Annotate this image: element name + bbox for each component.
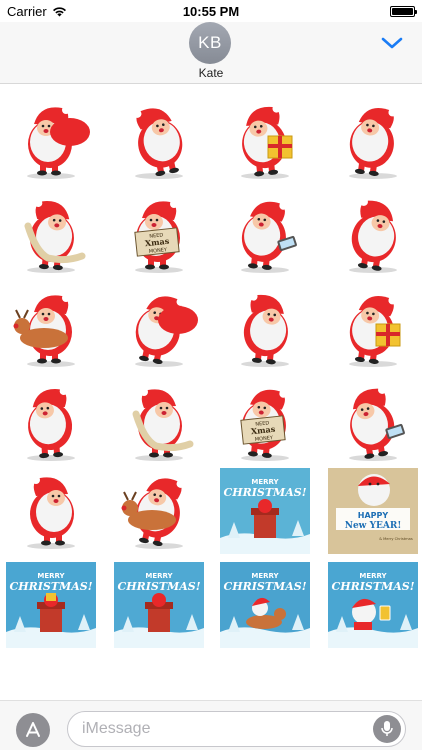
- sticker-merry-christmas-beer-card[interactable]: MERRY CHRISTMAS!: [328, 562, 418, 648]
- sticker-santa-pointing[interactable]: [328, 192, 418, 278]
- sticker-image: [27, 476, 75, 549]
- sticker-santa-long-list[interactable]: [114, 380, 204, 466]
- sticker-image: MERRY CHRISTMAS!: [220, 562, 310, 648]
- sticker-image: [241, 201, 297, 273]
- sticker-santa-jumping[interactable]: [220, 286, 310, 372]
- sticker-santa-running[interactable]: [114, 98, 204, 184]
- sticker-santa-thumbs-up[interactable]: [6, 468, 96, 554]
- sticker-santa-with-big-gift[interactable]: [328, 286, 418, 372]
- contact-name[interactable]: Kate: [0, 66, 422, 80]
- sticker-image: [27, 387, 75, 461]
- sticker-image: [132, 388, 194, 461]
- sticker-image: MERRY CHRISTMAS!: [114, 562, 204, 648]
- sticker-image: [24, 199, 86, 273]
- svg-text:New YEAR!: New YEAR!: [345, 521, 402, 531]
- sticker-santa-waving[interactable]: [328, 98, 418, 184]
- sticker-image: [13, 294, 75, 367]
- sticker-santa-need-xmas-money-sign[interactable]: NEED Xmas MONEY: [114, 192, 204, 278]
- sticker-merry-christmas-gift-chimney-card[interactable]: MERRY CHRISTMAS!: [6, 562, 96, 648]
- sticker-santa-riding-reindeer[interactable]: [6, 286, 96, 372]
- svg-text:& Merry Christmas: & Merry Christmas: [379, 537, 413, 541]
- svg-text:CHRISTMAS!: CHRISTMAS!: [331, 580, 414, 593]
- sticker-merry-christmas-chimney-card[interactable]: MERRY CHRISTMAS!: [220, 468, 310, 554]
- sticker-image: [121, 478, 185, 549]
- sticker-image: NEED Xmas MONEY: [134, 200, 183, 273]
- sticker-santa-arm-raised[interactable]: [6, 380, 96, 466]
- sticker-santa-with-phone-2[interactable]: [328, 380, 418, 466]
- sticker-image: [135, 296, 198, 367]
- sticker-santa-on-reindeer-2[interactable]: [114, 468, 204, 554]
- microphone-button[interactable]: [373, 715, 401, 743]
- svg-text:CHRISTMAS!: CHRISTMAS!: [117, 580, 200, 593]
- sticker-santa-holding-gift[interactable]: [220, 98, 310, 184]
- sticker-image: [349, 197, 397, 273]
- sticker-santa-with-phone[interactable]: [220, 192, 310, 278]
- chevron-down-icon[interactable]: [380, 35, 404, 51]
- battery-icon: [390, 5, 417, 17]
- sticker-happy-new-year-card[interactable]: HAPPY New YEAR! & Merry Christmas: [328, 468, 418, 554]
- svg-text:MERRY: MERRY: [145, 572, 173, 580]
- sticker-merry-christmas-reindeer-card[interactable]: MERRY CHRISTMAS!: [220, 562, 310, 648]
- sticker-image: [241, 104, 293, 179]
- sticker-image: [241, 292, 289, 367]
- sticker-image: MERRY CHRISTMAS!: [6, 562, 96, 648]
- svg-text:CHRISTMAS!: CHRISTMAS!: [223, 486, 306, 499]
- app-store-icon: [26, 722, 40, 737]
- message-input[interactable]: iMessage: [67, 711, 406, 747]
- sticker-santa-need-xmas-money-sign-2[interactable]: NEED Xmas MONEY: [220, 380, 310, 466]
- conversation-header: KB Kate: [0, 22, 422, 84]
- sticker-image: [349, 107, 397, 179]
- microphone-icon: [381, 721, 393, 736]
- sticker-santa-reading-scroll[interactable]: [6, 192, 96, 278]
- sticker-merry-christmas-chimney-card-2[interactable]: MERRY CHRISTMAS!: [114, 562, 204, 648]
- status-bar: Carrier 10:55 PM: [0, 0, 422, 22]
- sticker-image: NEED Xmas MONEY: [240, 389, 289, 461]
- sticker-image: [349, 295, 401, 367]
- sticker-image: MERRY CHRISTMAS!: [328, 562, 418, 648]
- svg-text:MERRY: MERRY: [37, 572, 65, 580]
- svg-text:MERRY: MERRY: [251, 572, 279, 580]
- sticker-image: [27, 106, 90, 179]
- app-store-button[interactable]: [16, 713, 50, 747]
- sticker-santa-carrying-sack[interactable]: [6, 98, 96, 184]
- message-placeholder: iMessage: [82, 720, 151, 737]
- svg-text:MERRY: MERRY: [251, 478, 279, 486]
- sticker-image: MERRY CHRISTMAS!: [220, 468, 310, 554]
- svg-text:CHRISTMAS!: CHRISTMAS!: [9, 580, 92, 593]
- carrier-label: Carrier: [7, 3, 47, 19]
- sticker-santa-pulling-sack[interactable]: [114, 286, 204, 372]
- carrier-group: Carrier: [7, 4, 67, 19]
- sticker-image: [349, 385, 405, 461]
- battery-fill: [392, 7, 413, 15]
- wifi-icon: [52, 6, 66, 16]
- sticker-image: [133, 108, 183, 179]
- svg-text:CHRISTMAS!: CHRISTMAS!: [223, 580, 306, 593]
- avatar[interactable]: KB: [189, 22, 231, 64]
- svg-text:MERRY: MERRY: [359, 572, 387, 580]
- input-bar: iMessage: [0, 700, 422, 750]
- svg-text:HAPPY: HAPPY: [358, 511, 389, 520]
- sticker-image: HAPPY New YEAR! & Merry Christmas: [328, 468, 418, 554]
